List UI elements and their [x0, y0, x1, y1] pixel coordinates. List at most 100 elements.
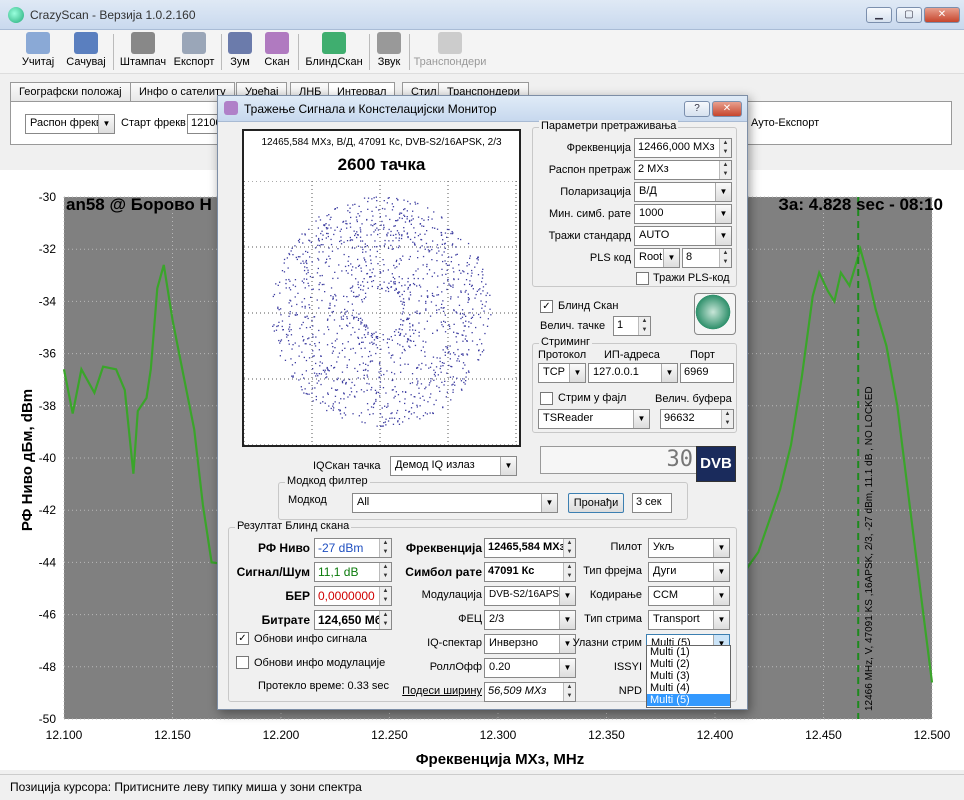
close-button[interactable]: ✕ [924, 7, 960, 23]
constellation-point [420, 239, 423, 241]
constellation-point [414, 203, 417, 205]
spin-arrows-icon[interactable]: ▲ ▼ [719, 249, 731, 267]
constellation-point [403, 208, 405, 211]
update-signal-checkbox[interactable]: ✓ [236, 632, 249, 645]
constellation-point [300, 386, 302, 388]
iq-scan-select[interactable]: Демод IQ излаз ▼ [390, 456, 517, 476]
dropdown-item[interactable]: Multi (2) [647, 658, 730, 670]
dialog-close-button[interactable]: ✕ [712, 101, 742, 117]
point-size-input[interactable]: 1 ▲ ▼ [613, 316, 651, 336]
toolbar-save-button[interactable]: Сачувај [62, 32, 110, 72]
constellation-point [452, 391, 454, 393]
param-polarization-select[interactable]: В/Д ▼ [634, 182, 732, 202]
constellation-point [341, 270, 343, 272]
constellation-point [366, 382, 368, 385]
buffer-size-input[interactable]: 96632 ▲ ▼ [660, 409, 734, 429]
constellation-point [411, 373, 414, 375]
update-modulation-checkbox[interactable] [236, 656, 249, 669]
range-mode-select[interactable]: Распон фрекв ▼ [25, 114, 115, 134]
spin-arrows-icon[interactable]: ▲ ▼ [719, 161, 731, 179]
constellation-point [325, 373, 327, 375]
dropdown-item-selected[interactable]: Multi (5) [647, 694, 730, 706]
param-minsr-select[interactable]: 1000 ▼ [634, 204, 732, 224]
spin-arrows-icon[interactable]: ▲ ▼ [721, 410, 733, 428]
constellation-point [354, 247, 356, 249]
dropdown-item[interactable]: Multi (4) [647, 682, 730, 694]
constellation-point [412, 241, 414, 243]
spin-arrows-icon[interactable]: ▲ ▼ [719, 139, 731, 157]
toolbar-open-button[interactable]: Учитај [18, 32, 58, 72]
dropdown-item[interactable]: Multi (3) [647, 670, 730, 682]
pls-mode-select[interactable]: Root ▼ [634, 248, 680, 268]
minimize-button[interactable]: ▁ [866, 7, 892, 23]
param-polarization-value: В/Д [639, 185, 657, 197]
constellation-point [376, 227, 378, 229]
constellation-point [430, 301, 433, 303]
toolbar-print-button[interactable]: Штампач [117, 32, 169, 72]
stream-type-select[interactable]: Transport ▼ [648, 610, 730, 630]
constellation-point [292, 376, 294, 378]
modcod-select[interactable]: All ▼ [352, 493, 558, 513]
constellation-point [417, 382, 419, 384]
param-frequency-input[interactable]: 12466,000 МХз ▲ ▼ [634, 138, 732, 158]
constellation-point [408, 417, 410, 420]
port-input[interactable]: 6969 [680, 363, 734, 383]
toolbar-sound-button[interactable]: Звук [373, 32, 405, 72]
blindscan-logo-icon[interactable] [694, 293, 736, 335]
toolbar-blindscan-button[interactable]: БлиндСкан [302, 32, 366, 72]
stream-to-file-checkbox[interactable] [540, 392, 553, 405]
constellation-point [370, 406, 373, 408]
constellation-point [309, 256, 311, 258]
constellation-point [383, 200, 385, 202]
frame-type-select[interactable]: Дуги ▼ [648, 562, 730, 582]
constellation-point [323, 283, 325, 286]
blind-scan-checkbox[interactable]: ✓ [540, 300, 553, 313]
constellation-point [367, 355, 370, 358]
input-stream-dropdown[interactable]: Multi (1) Multi (2) Multi (3) Multi (4) … [646, 645, 731, 708]
constellation-point [426, 273, 428, 275]
constellation-point [409, 203, 411, 205]
dialog-help-button[interactable]: ? [684, 101, 710, 117]
constellation-point [309, 307, 311, 309]
toolbar-scan-button[interactable]: Скан [261, 32, 293, 72]
constellation-point [413, 396, 415, 398]
param-standard-select[interactable]: AUTO ▼ [634, 226, 732, 246]
constellation-point [419, 247, 421, 249]
constellation-point [307, 282, 309, 284]
constellation-point [335, 299, 338, 301]
constellation-point [345, 220, 347, 222]
constellation-point [396, 266, 398, 268]
find-button[interactable]: Пронађи [568, 493, 624, 513]
ip-select[interactable]: 127.0.0.1 ▼ [588, 363, 678, 383]
find-time-field[interactable]: 3 сек [632, 493, 672, 513]
pls-code-input[interactable]: 8 ▲ ▼ [682, 248, 732, 268]
protocol-select[interactable]: TCP ▼ [538, 363, 586, 383]
constellation-point [450, 256, 453, 258]
toolbar-export-button[interactable]: Експорт [171, 32, 217, 72]
constellation-point [438, 250, 440, 252]
maximize-button[interactable]: ▢ [896, 7, 922, 23]
constellation-point [326, 376, 328, 378]
pilot-select[interactable]: Укљ ▼ [648, 538, 730, 558]
constellation-point [452, 389, 454, 391]
tab-geo[interactable]: Географски положај [10, 82, 131, 102]
constellation-point [444, 321, 446, 323]
constellation-point [443, 362, 445, 364]
pls-search-checkbox[interactable] [636, 272, 649, 285]
constellation-point [305, 370, 307, 372]
reader-select[interactable]: TSReader ▼ [538, 409, 650, 429]
constellation-point [288, 330, 291, 332]
constellation-point [380, 367, 382, 369]
dropdown-item[interactable]: Multi (1) [647, 646, 730, 658]
toolbar-zoom-button[interactable]: Зум [225, 32, 255, 72]
toolbar-transponders-button[interactable]: Транспондери [413, 32, 487, 72]
spin-arrows-icon[interactable]: ▲ ▼ [638, 317, 650, 335]
constellation-point [380, 224, 382, 226]
constellation-point [436, 294, 438, 296]
constellation-point [318, 341, 320, 344]
set-bandwidth-link[interactable]: Подеси ширину [398, 685, 482, 697]
param-span-input[interactable]: 2 МХз ▲ ▼ [634, 160, 732, 180]
constellation-point [425, 300, 427, 303]
coding-select[interactable]: CCM ▼ [648, 586, 730, 606]
constellation-point [479, 338, 481, 341]
